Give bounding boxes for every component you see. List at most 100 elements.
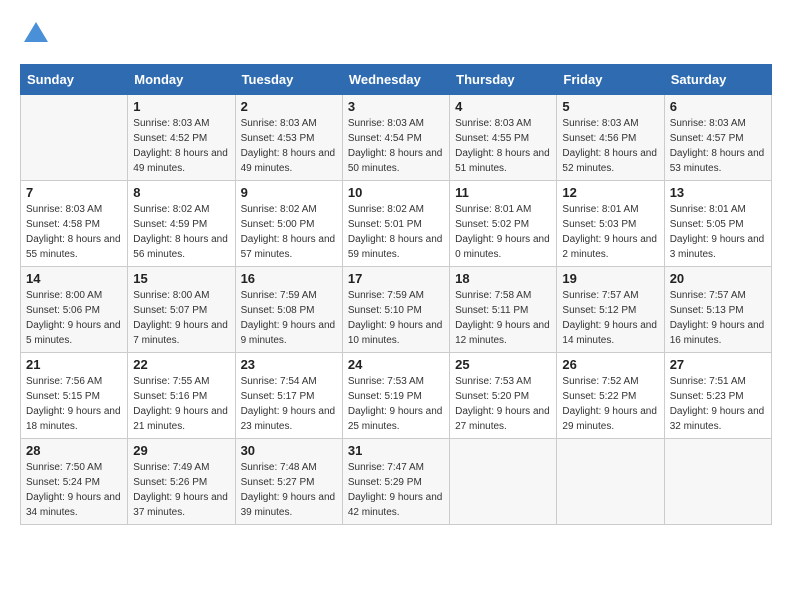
day-info: Sunrise: 8:03 AMSunset: 4:56 PMDaylight:… xyxy=(562,116,658,176)
day-number: 27 xyxy=(670,357,766,372)
day-cell: 2 Sunrise: 8:03 AMSunset: 4:53 PMDaylight… xyxy=(235,95,342,181)
day-info: Sunrise: 7:50 AMSunset: 5:24 PMDaylight:… xyxy=(26,460,122,520)
day-cell: 17Sunrise: 7:59 AMSunset: 5:10 PMDayligh… xyxy=(342,267,449,353)
day-info: Sunrise: 7:59 AMSunset: 5:08 PMDaylight:… xyxy=(241,288,337,348)
day-info: Sunrise: 7:53 AMSunset: 5:20 PMDaylight:… xyxy=(455,374,551,434)
day-number: 8 xyxy=(133,185,229,200)
weekday-header-row: SundayMondayTuesdayWednesdayThursdayFrid… xyxy=(21,65,772,95)
day-number: 3 xyxy=(348,99,444,114)
day-cell: 26 Sunrise: 7:52 AMSunset: 5:22 PMDayligh… xyxy=(557,353,664,439)
day-info: Sunrise: 8:00 AMSunset: 5:07 PMDaylight:… xyxy=(133,288,229,348)
day-number: 15 xyxy=(133,271,229,286)
day-number: 19 xyxy=(562,271,658,286)
day-info: Sunrise: 8:03 AMSunset: 4:52 PMDaylight:… xyxy=(133,116,229,176)
day-info: Sunrise: 7:55 AMSunset: 5:16 PMDaylight:… xyxy=(133,374,229,434)
day-cell: 1 Sunrise: 8:03 AMSunset: 4:52 PMDaylight… xyxy=(128,95,235,181)
day-cell: 14 Sunrise: 8:00 AMSunset: 5:06 PMDayligh… xyxy=(21,267,128,353)
day-cell: 5 Sunrise: 8:03 AMSunset: 4:56 PMDaylight… xyxy=(557,95,664,181)
day-cell: 10Sunrise: 8:02 AMSunset: 5:01 PMDayligh… xyxy=(342,181,449,267)
day-cell xyxy=(557,439,664,525)
day-info: Sunrise: 8:03 AMSunset: 4:54 PMDaylight:… xyxy=(348,116,444,176)
day-info: Sunrise: 7:47 AMSunset: 5:29 PMDaylight:… xyxy=(348,460,444,520)
day-number: 28 xyxy=(26,443,122,458)
day-number: 21 xyxy=(26,357,122,372)
day-info: Sunrise: 7:48 AMSunset: 5:27 PMDaylight:… xyxy=(241,460,337,520)
weekday-header-sunday: Sunday xyxy=(21,65,128,95)
day-cell: 29Sunrise: 7:49 AMSunset: 5:26 PMDayligh… xyxy=(128,439,235,525)
day-cell: 15 Sunrise: 8:00 AMSunset: 5:07 PMDayligh… xyxy=(128,267,235,353)
day-number: 23 xyxy=(241,357,337,372)
week-row-1: 1 Sunrise: 8:03 AMSunset: 4:52 PMDaylight… xyxy=(21,95,772,181)
day-info: Sunrise: 8:00 AMSunset: 5:06 PMDaylight:… xyxy=(26,288,122,348)
day-cell: 19 Sunrise: 7:57 AMSunset: 5:12 PMDayligh… xyxy=(557,267,664,353)
day-cell: 20 Sunrise: 7:57 AMSunset: 5:13 PMDayligh… xyxy=(664,267,771,353)
day-info: Sunrise: 8:01 AMSunset: 5:05 PMDaylight:… xyxy=(670,202,766,262)
day-cell: 9Sunrise: 8:02 AMSunset: 5:00 PMDaylight… xyxy=(235,181,342,267)
day-info: Sunrise: 8:03 AMSunset: 4:58 PMDaylight:… xyxy=(26,202,122,262)
day-cell: 24 Sunrise: 7:53 AMSunset: 5:19 PMDayligh… xyxy=(342,353,449,439)
day-number: 16 xyxy=(241,271,337,286)
day-number: 1 xyxy=(133,99,229,114)
day-number: 30 xyxy=(241,443,337,458)
day-cell: 28 Sunrise: 7:50 AMSunset: 5:24 PMDayligh… xyxy=(21,439,128,525)
weekday-header-wednesday: Wednesday xyxy=(342,65,449,95)
day-number: 2 xyxy=(241,99,337,114)
week-row-5: 28 Sunrise: 7:50 AMSunset: 5:24 PMDayligh… xyxy=(21,439,772,525)
day-cell: 31 Sunrise: 7:47 AMSunset: 5:29 PMDayligh… xyxy=(342,439,449,525)
day-info: Sunrise: 7:56 AMSunset: 5:15 PMDaylight:… xyxy=(26,374,122,434)
day-cell: 4 Sunrise: 8:03 AMSunset: 4:55 PMDaylight… xyxy=(450,95,557,181)
day-number: 12 xyxy=(562,185,658,200)
day-number: 7 xyxy=(26,185,122,200)
day-number: 6 xyxy=(670,99,766,114)
day-info: Sunrise: 7:53 AMSunset: 5:19 PMDaylight:… xyxy=(348,374,444,434)
day-cell xyxy=(21,95,128,181)
day-number: 11 xyxy=(455,185,551,200)
day-number: 4 xyxy=(455,99,551,114)
logo xyxy=(20,20,50,48)
day-number: 26 xyxy=(562,357,658,372)
day-cell xyxy=(664,439,771,525)
day-info: Sunrise: 7:57 AMSunset: 5:13 PMDaylight:… xyxy=(670,288,766,348)
day-cell: 27 Sunrise: 7:51 AMSunset: 5:23 PMDayligh… xyxy=(664,353,771,439)
day-info: Sunrise: 7:59 AMSunset: 5:10 PMDaylight:… xyxy=(348,288,444,348)
day-cell: 6 Sunrise: 8:03 AMSunset: 4:57 PMDaylight… xyxy=(664,95,771,181)
day-info: Sunrise: 8:03 AMSunset: 4:57 PMDaylight:… xyxy=(670,116,766,176)
week-row-2: 7 Sunrise: 8:03 AMSunset: 4:58 PMDaylight… xyxy=(21,181,772,267)
weekday-header-thursday: Thursday xyxy=(450,65,557,95)
logo-icon xyxy=(22,20,50,48)
day-number: 13 xyxy=(670,185,766,200)
day-cell: 23 Sunrise: 7:54 AMSunset: 5:17 PMDayligh… xyxy=(235,353,342,439)
day-number: 25 xyxy=(455,357,551,372)
day-info: Sunrise: 8:02 AMSunset: 5:00 PMDaylight:… xyxy=(241,202,337,262)
day-info: Sunrise: 7:54 AMSunset: 5:17 PMDaylight:… xyxy=(241,374,337,434)
day-cell: 18Sunrise: 7:58 AMSunset: 5:11 PMDayligh… xyxy=(450,267,557,353)
day-cell: 13 Sunrise: 8:01 AMSunset: 5:05 PMDayligh… xyxy=(664,181,771,267)
day-number: 31 xyxy=(348,443,444,458)
day-cell: 16 Sunrise: 7:59 AMSunset: 5:08 PMDayligh… xyxy=(235,267,342,353)
day-info: Sunrise: 8:01 AMSunset: 5:03 PMDaylight:… xyxy=(562,202,658,262)
day-info: Sunrise: 7:52 AMSunset: 5:22 PMDaylight:… xyxy=(562,374,658,434)
day-cell: 21 Sunrise: 7:56 AMSunset: 5:15 PMDayligh… xyxy=(21,353,128,439)
week-row-3: 14 Sunrise: 8:00 AMSunset: 5:06 PMDayligh… xyxy=(21,267,772,353)
day-number: 14 xyxy=(26,271,122,286)
page-header xyxy=(20,20,772,48)
day-number: 20 xyxy=(670,271,766,286)
day-info: Sunrise: 8:03 AMSunset: 4:55 PMDaylight:… xyxy=(455,116,551,176)
day-info: Sunrise: 7:51 AMSunset: 5:23 PMDaylight:… xyxy=(670,374,766,434)
day-cell: 7 Sunrise: 8:03 AMSunset: 4:58 PMDaylight… xyxy=(21,181,128,267)
day-info: Sunrise: 7:49 AMSunset: 5:26 PMDaylight:… xyxy=(133,460,229,520)
day-cell: 11 Sunrise: 8:01 AMSunset: 5:02 PMDayligh… xyxy=(450,181,557,267)
day-cell: 3 Sunrise: 8:03 AMSunset: 4:54 PMDaylight… xyxy=(342,95,449,181)
day-info: Sunrise: 7:57 AMSunset: 5:12 PMDaylight:… xyxy=(562,288,658,348)
day-info: Sunrise: 7:58 AMSunset: 5:11 PMDaylight:… xyxy=(455,288,551,348)
day-cell: 25 Sunrise: 7:53 AMSunset: 5:20 PMDayligh… xyxy=(450,353,557,439)
day-info: Sunrise: 8:03 AMSunset: 4:53 PMDaylight:… xyxy=(241,116,337,176)
day-number: 22 xyxy=(133,357,229,372)
day-number: 5 xyxy=(562,99,658,114)
day-cell: 30 Sunrise: 7:48 AMSunset: 5:27 PMDayligh… xyxy=(235,439,342,525)
day-info: Sunrise: 8:01 AMSunset: 5:02 PMDaylight:… xyxy=(455,202,551,262)
weekday-header-friday: Friday xyxy=(557,65,664,95)
day-cell: 8Sunrise: 8:02 AMSunset: 4:59 PMDaylight… xyxy=(128,181,235,267)
day-number: 24 xyxy=(348,357,444,372)
weekday-header-saturday: Saturday xyxy=(664,65,771,95)
